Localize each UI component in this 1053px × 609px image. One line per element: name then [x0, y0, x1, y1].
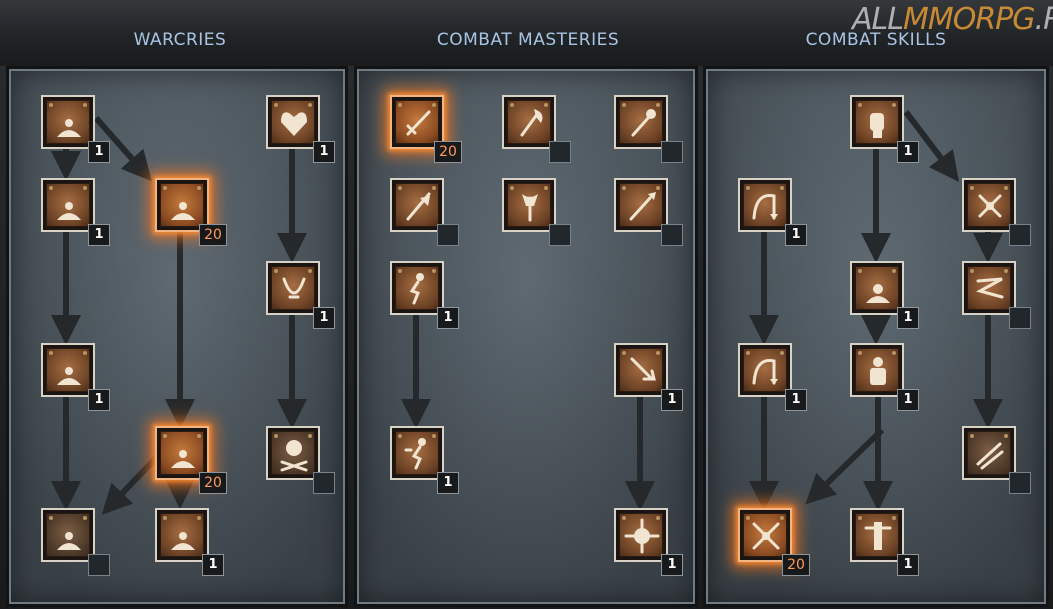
battle-cry-icon	[46, 513, 90, 557]
skill-level-badge	[1009, 472, 1031, 494]
battle-orders-icon	[160, 513, 204, 557]
leap-attack-icon	[743, 348, 787, 392]
bash-icon	[855, 100, 899, 144]
taunt-icon	[160, 183, 204, 227]
skill-level-badge	[549, 224, 571, 246]
skill-level-badge	[661, 141, 683, 163]
skill-node-berserk[interactable]	[850, 508, 904, 562]
skill-level-badge: 1	[897, 389, 919, 411]
skill-level-badge	[1009, 307, 1031, 329]
natural-resistance-icon	[619, 513, 663, 557]
increased-stamina-icon	[395, 266, 439, 310]
frenzy-icon	[967, 431, 1011, 475]
skill-node-axe-mastery[interactable]	[502, 95, 556, 149]
iron-skin-icon	[395, 431, 439, 475]
skill-node-natural-resistance[interactable]	[614, 508, 668, 562]
watermark-logo: ALLMMORPG.RU	[852, 2, 1053, 37]
skill-node-frenzy[interactable]	[962, 426, 1016, 480]
skill-node-find-potion[interactable]	[41, 178, 95, 232]
skill-node-spear-mastery[interactable]	[614, 178, 668, 232]
skill-node-iron-skin[interactable]	[390, 426, 444, 480]
skill-node-leap-attack[interactable]	[738, 343, 792, 397]
skill-node-pole-arm-mastery[interactable]	[390, 178, 444, 232]
skill-level-badge: 1	[661, 554, 683, 576]
skill-node-war-cry[interactable]	[266, 426, 320, 480]
skill-node-concentrate[interactable]	[850, 343, 904, 397]
skill-level-badge: 1	[785, 224, 807, 246]
skill-level-badge: 1	[437, 307, 459, 329]
tab-warcries[interactable]: WARCRIES	[30, 30, 330, 50]
increased-speed-icon	[619, 348, 663, 392]
skill-node-throwing-mastery[interactable]	[502, 178, 556, 232]
skill-tree-window: WARCRIES COMBAT MASTERIES COMBAT SKILLS …	[0, 0, 1053, 609]
skill-node-double-throw[interactable]	[962, 261, 1016, 315]
skill-node-howl[interactable]	[41, 95, 95, 149]
skill-level-badge: 1	[88, 224, 110, 246]
stun-icon	[855, 266, 899, 310]
skill-node-shout[interactable]	[41, 343, 95, 397]
whirlwind-icon	[743, 513, 787, 557]
skill-level-badge: 1	[897, 141, 919, 163]
skill-level-badge: 20	[434, 141, 462, 163]
leap-icon	[743, 183, 787, 227]
skill-node-grim-ward[interactable]	[266, 95, 320, 149]
skill-level-badge	[313, 472, 335, 494]
skill-level-badge	[1009, 224, 1031, 246]
berserk-icon	[855, 513, 899, 557]
skill-node-bash[interactable]	[850, 95, 904, 149]
skill-level-badge	[661, 224, 683, 246]
skill-node-stun[interactable]	[850, 261, 904, 315]
war-cry-icon	[271, 431, 315, 475]
find-potion-icon	[46, 183, 90, 227]
skill-level-badge: 1	[88, 141, 110, 163]
axe-mastery-icon	[507, 100, 551, 144]
find-item-icon	[160, 431, 204, 475]
skill-level-badge: 1	[313, 141, 335, 163]
battle-command-icon	[271, 266, 315, 310]
skill-node-increased-stamina[interactable]	[390, 261, 444, 315]
spear-mastery-icon	[619, 183, 663, 227]
skill-level-badge	[437, 224, 459, 246]
skill-node-battle-command[interactable]	[266, 261, 320, 315]
tab-combat-masteries[interactable]: COMBAT MASTERIES	[378, 30, 678, 50]
concentrate-icon	[855, 348, 899, 392]
skill-node-double-swing[interactable]	[962, 178, 1016, 232]
throwing-mastery-icon	[507, 183, 551, 227]
shout-icon	[46, 348, 90, 392]
pole-arm-mastery-icon	[395, 183, 439, 227]
skill-level-badge: 1	[785, 389, 807, 411]
double-throw-icon	[967, 266, 1011, 310]
howl-icon	[46, 100, 90, 144]
mace-mastery-icon	[619, 100, 663, 144]
skill-level-badge: 20	[199, 224, 227, 246]
skill-level-badge: 1	[437, 472, 459, 494]
grim-ward-icon	[271, 100, 315, 144]
skill-level-badge	[549, 141, 571, 163]
skill-node-battle-cry[interactable]	[41, 508, 95, 562]
skill-level-badge: 1	[661, 389, 683, 411]
skill-level-badge: 1	[202, 554, 224, 576]
skill-level-badge: 1	[897, 554, 919, 576]
double-swing-icon	[967, 183, 1011, 227]
skill-level-badge: 1	[313, 307, 335, 329]
skill-level-badge: 20	[199, 472, 227, 494]
skill-node-battle-orders[interactable]	[155, 508, 209, 562]
skill-node-leap[interactable]	[738, 178, 792, 232]
skill-node-increased-speed[interactable]	[614, 343, 668, 397]
skill-level-badge	[88, 554, 110, 576]
sword-mastery-icon	[395, 100, 439, 144]
skill-node-mace-mastery[interactable]	[614, 95, 668, 149]
skill-level-badge: 1	[897, 307, 919, 329]
skill-level-badge: 20	[782, 554, 810, 576]
skill-level-badge: 1	[88, 389, 110, 411]
